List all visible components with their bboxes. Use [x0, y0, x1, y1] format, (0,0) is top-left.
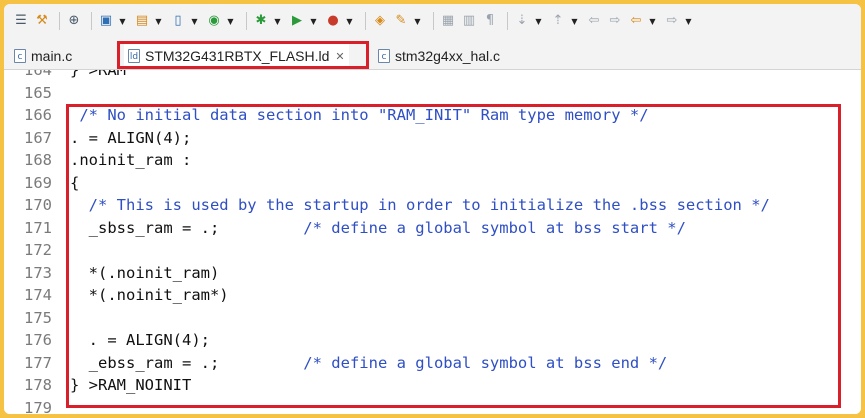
line-number: 177: [24, 353, 52, 372]
run-icon[interactable]: ▶: [288, 12, 306, 30]
search-icon[interactable]: ✎: [392, 12, 410, 30]
line-number: 166: [24, 106, 52, 124]
toolbar-separator: [59, 12, 60, 30]
line-number: 174: [24, 286, 52, 304]
line-number: 176: [24, 331, 52, 349]
format-icon[interactable]: ☰: [12, 12, 30, 30]
chevron-down-icon[interactable]: ▼: [534, 12, 543, 30]
chevron-down-icon[interactable]: ▼: [648, 12, 657, 30]
block-select-icon[interactable]: ▥: [460, 12, 478, 30]
c-file-icon: c: [378, 49, 390, 63]
line-number: 175: [24, 308, 52, 327]
show-whitespace-icon[interactable]: ¶: [481, 12, 499, 30]
chevron-down-icon[interactable]: ▼: [118, 12, 127, 30]
new-folder-icon[interactable]: ▤: [133, 12, 151, 30]
tab-highlight-box: [117, 41, 369, 69]
chevron-down-icon[interactable]: ▼: [345, 12, 354, 30]
chevron-down-icon[interactable]: ▼: [684, 12, 693, 30]
debug-config-icon[interactable]: ⊕: [65, 12, 83, 30]
tab-hal-c[interactable]: c stm32g4xx_hal.c: [378, 44, 500, 68]
prev-annotation-icon[interactable]: ⇡: [549, 12, 567, 30]
tab-label: main.c: [31, 48, 73, 64]
line-number: 172: [24, 241, 52, 259]
last-edit-icon[interactable]: ⇦: [585, 12, 603, 30]
code-line[interactable]: 165: [4, 82, 861, 105]
line-number: 178: [24, 376, 52, 394]
toolbar-separator: [433, 12, 434, 30]
line-number: 171: [24, 218, 52, 237]
code-text: } >RAM: [70, 70, 126, 79]
line-number: 167: [24, 128, 52, 147]
chevron-down-icon[interactable]: ▼: [570, 12, 579, 30]
line-number: 165: [24, 83, 52, 102]
line-number: 168: [24, 151, 52, 169]
c-file-icon: c: [14, 49, 26, 63]
next-annotation-icon[interactable]: ⇣: [513, 12, 531, 30]
chevron-down-icon[interactable]: ▼: [226, 12, 235, 30]
ide-window: ☰ ⚒ ⊕ ▣ ▼ ▤ ▼ ▯ ▼ ◉ ▼ ✱ ▼ ▶ ▼ ● ▼ ◈ ✎ ▼ …: [4, 4, 861, 414]
line-number: 169: [24, 173, 52, 192]
back-icon[interactable]: ⇦: [627, 12, 645, 30]
chevron-down-icon[interactable]: ▼: [309, 12, 318, 30]
new-project-icon[interactable]: ▣: [97, 12, 115, 30]
code-token: } >RAM: [70, 70, 126, 79]
debug-icon[interactable]: ✱: [252, 12, 270, 30]
main-toolbar: ☰ ⚒ ⊕ ▣ ▼ ▤ ▼ ▯ ▼ ◉ ▼ ✱ ▼ ▶ ▼ ● ▼ ◈ ✎ ▼ …: [4, 4, 861, 38]
toolbar-separator: [365, 12, 366, 30]
code-editor[interactable]: 179 178} >RAM_NOINIT 177 _ebss_ram = .; /*…: [4, 70, 861, 414]
line-number: 164: [24, 70, 52, 79]
chevron-down-icon[interactable]: ▼: [154, 12, 163, 30]
code-line[interactable]: 164 } >RAM: [4, 70, 861, 82]
toolbar-separator: [246, 12, 247, 30]
chevron-down-icon[interactable]: ▼: [413, 12, 422, 30]
line-number: 179: [24, 398, 52, 415]
toolbar-separator: [507, 12, 508, 30]
toolbar-separator: [91, 12, 92, 30]
tab-label: stm32g4xx_hal.c: [395, 48, 501, 64]
line-number: 170: [24, 196, 52, 214]
chevron-down-icon[interactable]: ▼: [190, 12, 199, 30]
open-type-icon[interactable]: ◈: [371, 12, 389, 30]
build-all-icon[interactable]: ⚒: [33, 12, 51, 30]
tab-main-c[interactable]: c main.c: [14, 44, 72, 68]
code-highlight-box: [66, 104, 841, 408]
external-tools-icon[interactable]: ●: [324, 12, 342, 30]
line-number: 173: [24, 263, 52, 282]
forward-icon[interactable]: ⇨: [663, 12, 681, 30]
chevron-down-icon[interactable]: ▼: [273, 12, 282, 30]
new-class-icon[interactable]: ◉: [205, 12, 223, 30]
last-edit-forward-icon[interactable]: ⇨: [606, 12, 624, 30]
toggle-mark-icon[interactable]: ▦: [439, 12, 457, 30]
new-source-icon[interactable]: ▯: [169, 12, 187, 30]
editor-tabs: c main.c ld STM32G431RBTX_FLASH.ld ✕ c s…: [4, 38, 861, 70]
